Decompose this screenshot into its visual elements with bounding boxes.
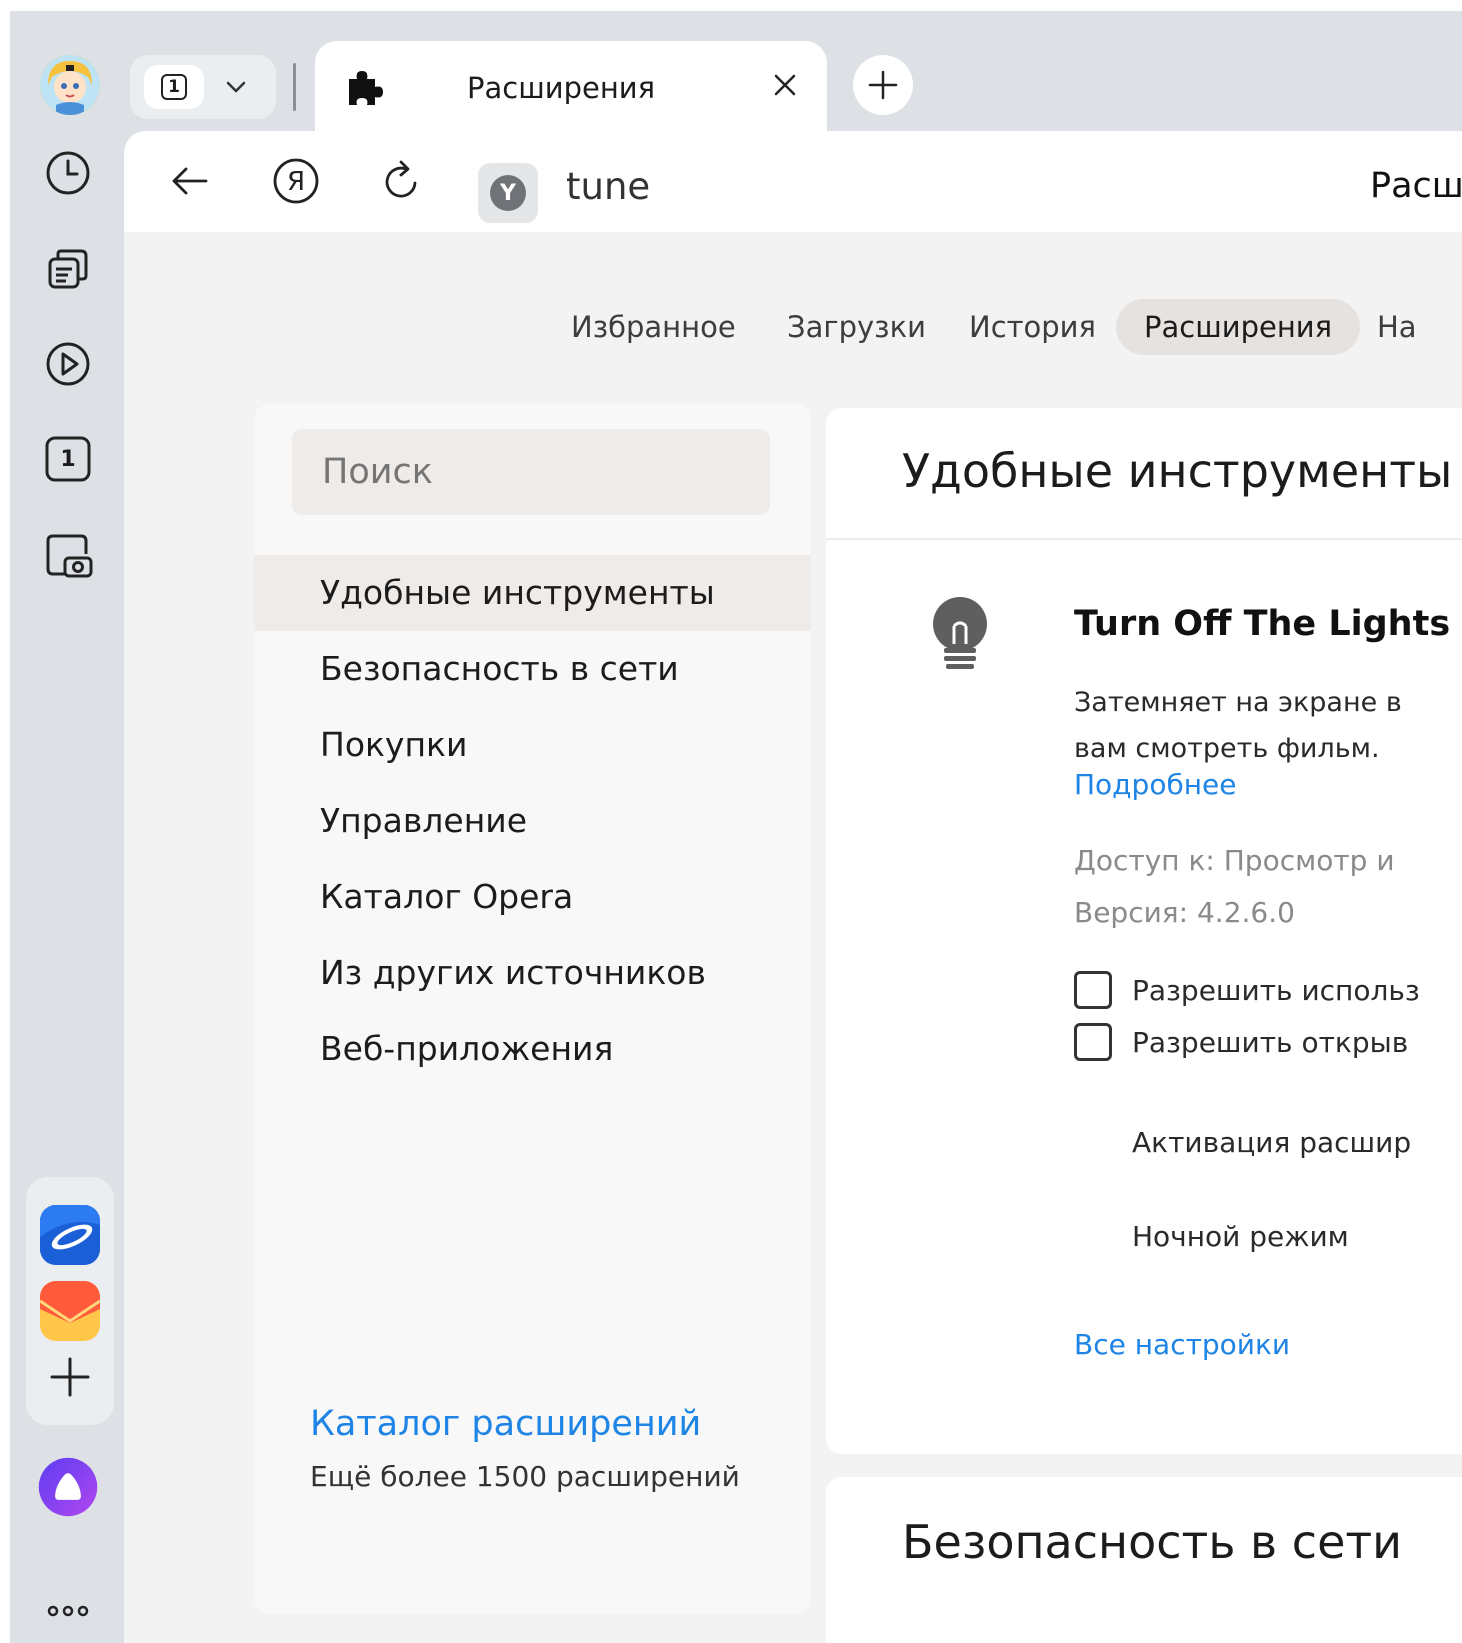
mail-app-icon[interactable] [40, 1281, 100, 1341]
category-security[interactable]: Безопасность в сети [254, 631, 811, 707]
puzzle-icon [349, 71, 383, 105]
setting-night-mode[interactable]: Ночной режим [1132, 1220, 1349, 1253]
yandex-logo-icon: Я [273, 158, 319, 204]
catalog-link[interactable]: Каталог расширений [310, 1404, 701, 1444]
tab-group-switcher[interactable]: 1 [130, 55, 276, 119]
nav-downloads[interactable]: Загрузки [759, 299, 954, 355]
nav-favorites[interactable]: Избранное [543, 299, 764, 355]
yandex-home-button[interactable]: Я [266, 151, 326, 211]
catalog-subtitle: Ещё более 1500 расширений [310, 1460, 740, 1493]
nav-history[interactable]: История [941, 299, 1124, 355]
profile-avatar[interactable] [40, 55, 100, 115]
tab-title: Расширения [467, 71, 656, 105]
site-favicon-icon: Y [490, 175, 526, 211]
address-bar: Я Y tune Расши [124, 131, 1462, 232]
extension-description: Затемняет на экране в вам смотреть фильм… [1074, 687, 1402, 764]
search-input[interactable] [292, 429, 770, 515]
extension-version: Версия: 4.2.6.0 [1074, 896, 1295, 929]
tab-counter-value: 1 [60, 446, 76, 472]
new-tab-button[interactable] [853, 55, 913, 115]
site-info-button[interactable]: Y [478, 163, 538, 223]
browser-window: 1 1 Расширения Я Y tune Расш Избранное З… [10, 11, 1462, 1643]
category-opera-catalog[interactable]: Каталог Opera [254, 859, 811, 935]
reload-icon [385, 160, 417, 198]
page-title: Расши [1370, 166, 1462, 206]
arrow-left-icon [172, 167, 208, 195]
section-title: Удобные инструменты [902, 444, 1453, 498]
tab-count-badge: 1 [144, 65, 204, 109]
top-navigation: Избранное Загрузки История Расширения На [124, 299, 1462, 355]
url-text[interactable]: tune [566, 165, 650, 208]
checkbox-1[interactable] [1074, 971, 1112, 1009]
categories-panel: Удобные инструменты Безопасность в сети … [254, 404, 811, 1614]
tab-counter-icon[interactable]: 1 [38, 429, 98, 489]
plus-icon [868, 70, 898, 100]
setting-activation[interactable]: Активация расшир [1132, 1126, 1411, 1159]
second-section-title: Безопасность в сети [902, 1515, 1403, 1569]
category-other-sources[interactable]: Из других источников [254, 935, 811, 1011]
history-icon[interactable] [38, 143, 98, 203]
security-section-card: Безопасность в сети [826, 1477, 1462, 1643]
video-play-icon[interactable] [38, 334, 98, 394]
extension-name: Turn Off The Lights [1074, 604, 1451, 644]
tab-extensions[interactable]: Расширения [315, 41, 827, 141]
nav-extensions[interactable]: Расширения [1116, 299, 1361, 355]
permission-row-1[interactable]: Разрешить использ [1074, 970, 1420, 1010]
extensions-section-card: Удобные инструменты Turn Off The Lights … [826, 408, 1462, 1454]
more-info-link[interactable]: Подробнее [1074, 768, 1236, 801]
alice-assistant-icon[interactable] [38, 1457, 98, 1517]
permission-row-2[interactable]: Разрешить открыв [1074, 1022, 1408, 1062]
section-divider [826, 538, 1462, 540]
category-management[interactable]: Управление [254, 783, 811, 859]
add-app-icon[interactable] [40, 1347, 100, 1407]
category-tools[interactable]: Удобные инструменты [254, 555, 811, 631]
back-button[interactable] [160, 151, 220, 211]
chevron-down-icon [226, 81, 246, 93]
extension-access: Доступ к: Просмотр и [1074, 844, 1395, 877]
checkbox-2[interactable] [1074, 1023, 1112, 1061]
reload-button[interactable] [372, 151, 432, 211]
nav-settings[interactable]: На [1349, 299, 1445, 355]
lightbulb-icon [933, 597, 987, 669]
apps-panel [26, 1177, 114, 1425]
tabs-collections-icon[interactable] [38, 239, 98, 299]
all-settings-link[interactable]: Все настройки [1074, 1328, 1290, 1361]
category-web-apps[interactable]: Веб-приложения [254, 1011, 811, 1087]
category-shopping[interactable]: Покупки [254, 707, 811, 783]
screenshot-icon[interactable] [38, 525, 98, 585]
close-icon[interactable] [767, 67, 803, 103]
tab-separator [293, 63, 296, 111]
sidebar-rail: 1 [10, 11, 124, 1643]
browser-app-icon[interactable] [40, 1205, 100, 1265]
svg-text:Я: Я [287, 167, 305, 197]
more-icon[interactable] [38, 1581, 98, 1641]
